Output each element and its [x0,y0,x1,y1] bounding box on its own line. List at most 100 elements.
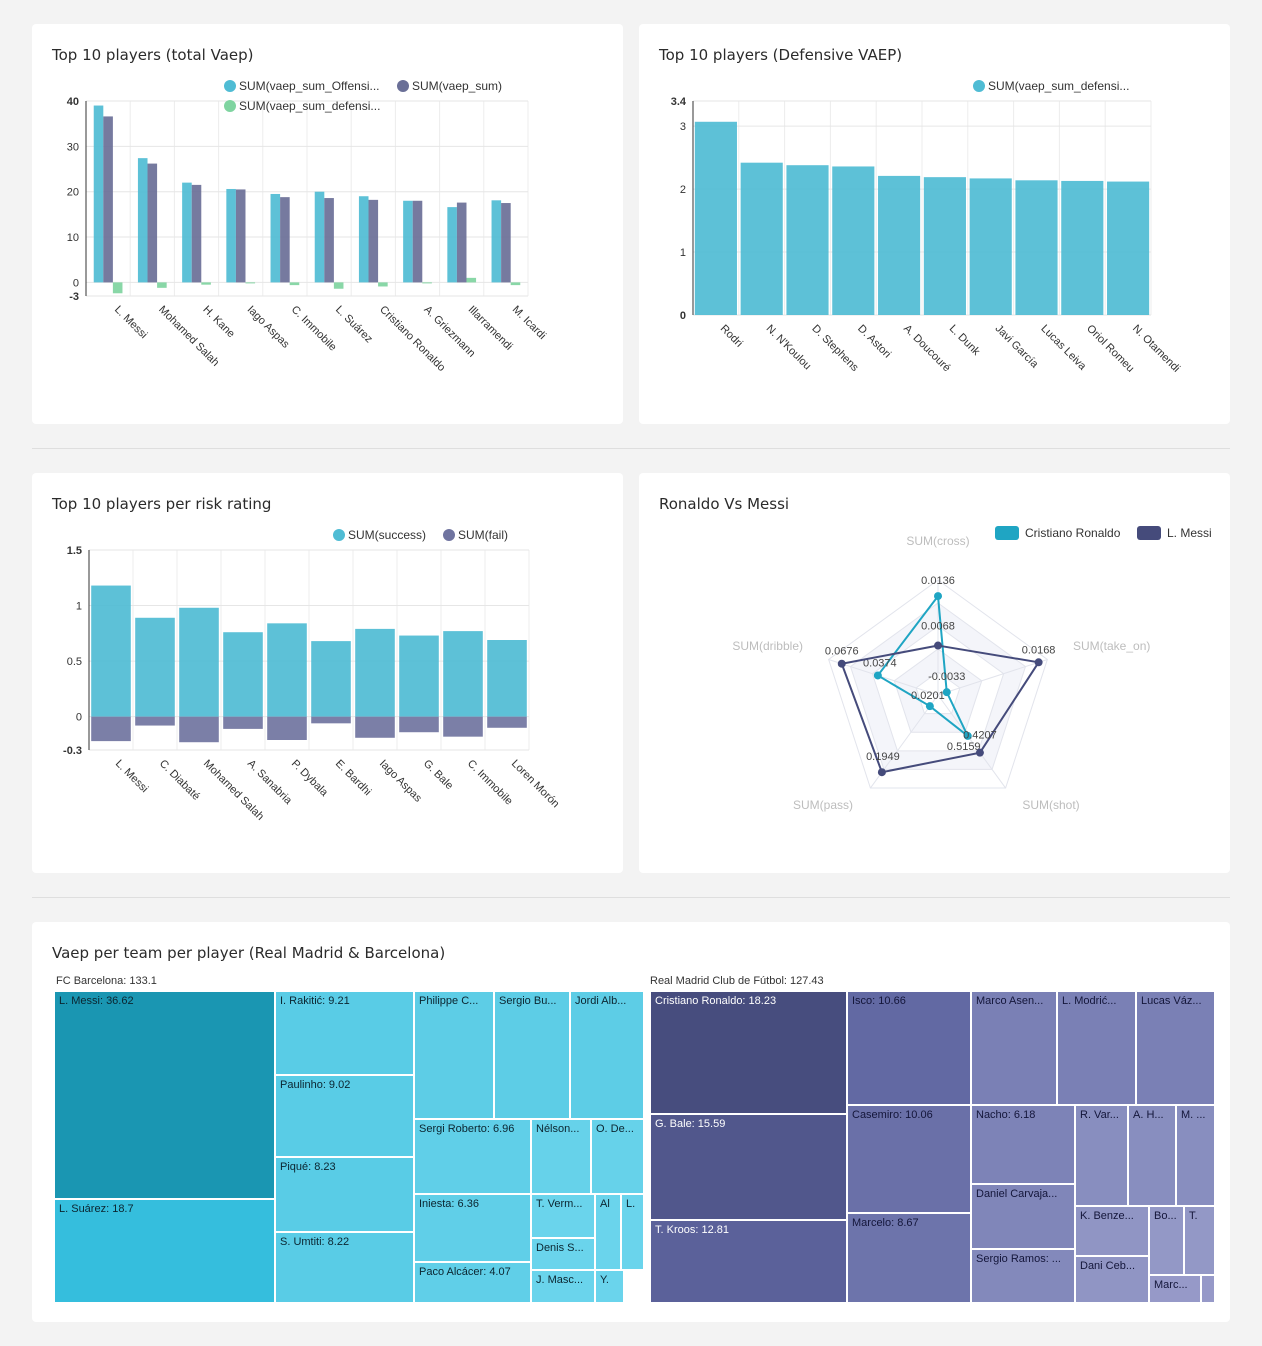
bar-sum-fail- [135,716,175,726]
bar-sum-vaep-sum-offensi- [137,158,148,283]
legend-marker [1137,526,1161,540]
bar-sum-vaep-sum-defensi- [1015,180,1058,315]
chart-card-risk-rating: Top 10 players per risk rating 1.5 1 0.5 0-… [32,473,623,873]
y-tick-label: 10 [67,232,79,244]
radar-point [1034,658,1043,667]
defensive-vaep-bar-chart: 3.4 3 2 1 0 Rodri N. N'KoulouD. StephensD. Ast… [671,79,1182,375]
bar-sum-vaep-sum-offensi- [93,105,104,283]
radar-point [837,659,846,668]
y-tick-label: 20 [67,187,79,199]
legend-marker [995,526,1019,540]
bar-sum-vaep-sum-offensi- [314,191,325,283]
radar-indicator-label: SUM(dribble) [732,639,803,653]
legend-label: SUM(vaep_sum_Offensi... [239,79,380,93]
bar-sum-vaep-sum-defensi- [245,282,256,284]
y-tick-label: 1.5 [67,545,82,557]
legend-label: SUM(fail) [458,528,508,542]
treemap-node-label: T. Kroos: 12.81 [655,1224,729,1236]
treemap-node-label: T. [1189,1210,1198,1222]
y-tick-label: 1 [680,247,686,259]
x-tick-label: P. Dybala [289,758,331,800]
bar-sum-vaep-sum-offensi- [447,207,457,283]
bar-sum-vaep-sum-defensi- [333,282,344,289]
treemap-node-label: Cristiano Ronaldo: 18.23 [655,995,776,1007]
radar-indicator-label: SUM(take_on) [1073,639,1150,653]
treemap-node-label: J. Masc... [536,1274,583,1286]
treemap-node-label: R. Var... [1080,1109,1119,1121]
treemap-node-label: Iniesta: 6.36 [419,1198,479,1210]
treemap-node-label: Philippe C... [419,995,478,1007]
radar-value-label: -0.0033 [928,671,965,683]
radar-indicator-label: SUM(pass) [793,798,853,812]
bar-sum-vaep-sum- [103,116,113,283]
bar-sum-success- [443,631,483,717]
bar-sum-vaep-sum-defensi- [157,282,167,288]
row-divider [32,897,1230,898]
treemap-node-label: I. Rakitić: 9.21 [280,995,350,1007]
bar-sum-vaep-sum-defensi- [289,282,300,286]
bar-sum-vaep-sum-defensi- [466,277,477,283]
x-tick-label: N. N'Koulou [764,323,814,373]
x-tick-label: G. Bale [421,758,455,792]
ronaldo-messi-radar-chart: SUM(cross) SUM(take_on) SUM(shot) SUM(pass)… [732,526,1212,812]
bar-sum-vaep-sum- [501,203,511,283]
x-tick-label: Iago Aspas [377,758,424,805]
y-tick-label: 3 [680,121,686,133]
chart-card-ronaldo-vs-messi: Ronaldo Vs Messi SUM(cross) SUM(take_on) S… [639,473,1230,873]
treemap-node-label: Isco: 10.66 [852,995,906,1007]
treemap-node [53,990,276,1200]
treemap-node-label: K. Benze... [1080,1210,1134,1222]
y-tick-label: 0 [680,310,686,322]
x-tick-label: A. Doucouré [901,323,953,375]
y-tick-label: 3.4 [671,96,687,108]
risk-rating-bar-chart: 1.510.50-0.3L. Messi C. DiabatéMohamed Sa… [63,528,561,823]
bar-sum-vaep-sum-defensi- [1107,181,1150,315]
bar-sum-vaep-sum-defensi- [112,282,123,294]
bar-sum-vaep-sum-defensi- [1061,180,1104,315]
legend-label: L. Messi [1167,526,1212,540]
x-tick-label: C. Diabaté [157,758,202,803]
y-tick-label: 0 [73,277,79,289]
y-tick-label: -0.3 [63,745,82,757]
chart-card-total-vaep: Top 10 players (total Vaep) 40 30 20 10 0 -3 L… [32,24,623,424]
x-tick-label: Oriol Romeu [1084,323,1136,375]
legend-label: SUM(vaep_sum_defensi... [239,99,380,113]
bar-sum-vaep-sum- [147,163,158,283]
bar-sum-vaep-sum-defensi- [878,175,921,315]
radar-point [925,702,934,711]
legend-label: Cristiano Ronaldo [1025,526,1121,540]
treemap-node-label: Al [600,1198,610,1210]
treemap-node-label: Y. [600,1274,609,1286]
x-tick-label: E. Bardhi [333,758,373,798]
y-tick-label: 1 [76,601,82,613]
x-tick-label: H. Kane [200,304,237,341]
y-tick-label: 2 [680,184,686,196]
x-tick-label: N. Otamendi [1130,323,1182,375]
treemap-node-label: M. ... [1181,1109,1205,1121]
treemap-node-label: A. H... [1133,1109,1164,1121]
treemap-node-label: Dani Ceb... [1080,1260,1135,1272]
legend-label: SUM(vaep_sum_defensi... [988,79,1129,93]
treemap-node-label: Denis S... [536,1242,584,1254]
bar-sum-fail- [487,716,527,728]
x-tick-label: L. Messi [112,304,149,341]
legend-label: SUM(vaep_sum) [412,79,502,93]
total-vaep-bar-chart: 403020100-3L. Messi Mohamed SalahH. Kane I… [67,79,548,374]
treemap-node-label: Casemiro: 10.06 [852,1109,933,1121]
bar-sum-fail- [267,716,307,740]
treemap-node-label: Nacho: 6.18 [976,1109,1035,1121]
x-tick-label: L. Suárez [333,304,375,346]
radar-value-label: 0.5159 [947,741,981,753]
radar-point [934,592,942,601]
treemap-node [569,990,645,1120]
x-tick-label: C. Immobile [465,758,515,808]
x-tick-label: Javi García [993,323,1041,371]
x-tick-label: Iago Aspas [245,304,292,351]
treemap-node-label: S. Umtiti: 8.22 [280,1236,349,1248]
bar-sum-fail- [91,716,131,742]
bar-sum-vaep-sum-defensi- [510,282,521,286]
bar-sum-vaep-sum- [456,202,467,283]
radar-value-label: 0.0068 [921,621,955,633]
bar-sum-vaep-sum-offensi- [182,182,192,283]
radar-value-label: 0.4207 [963,730,997,742]
